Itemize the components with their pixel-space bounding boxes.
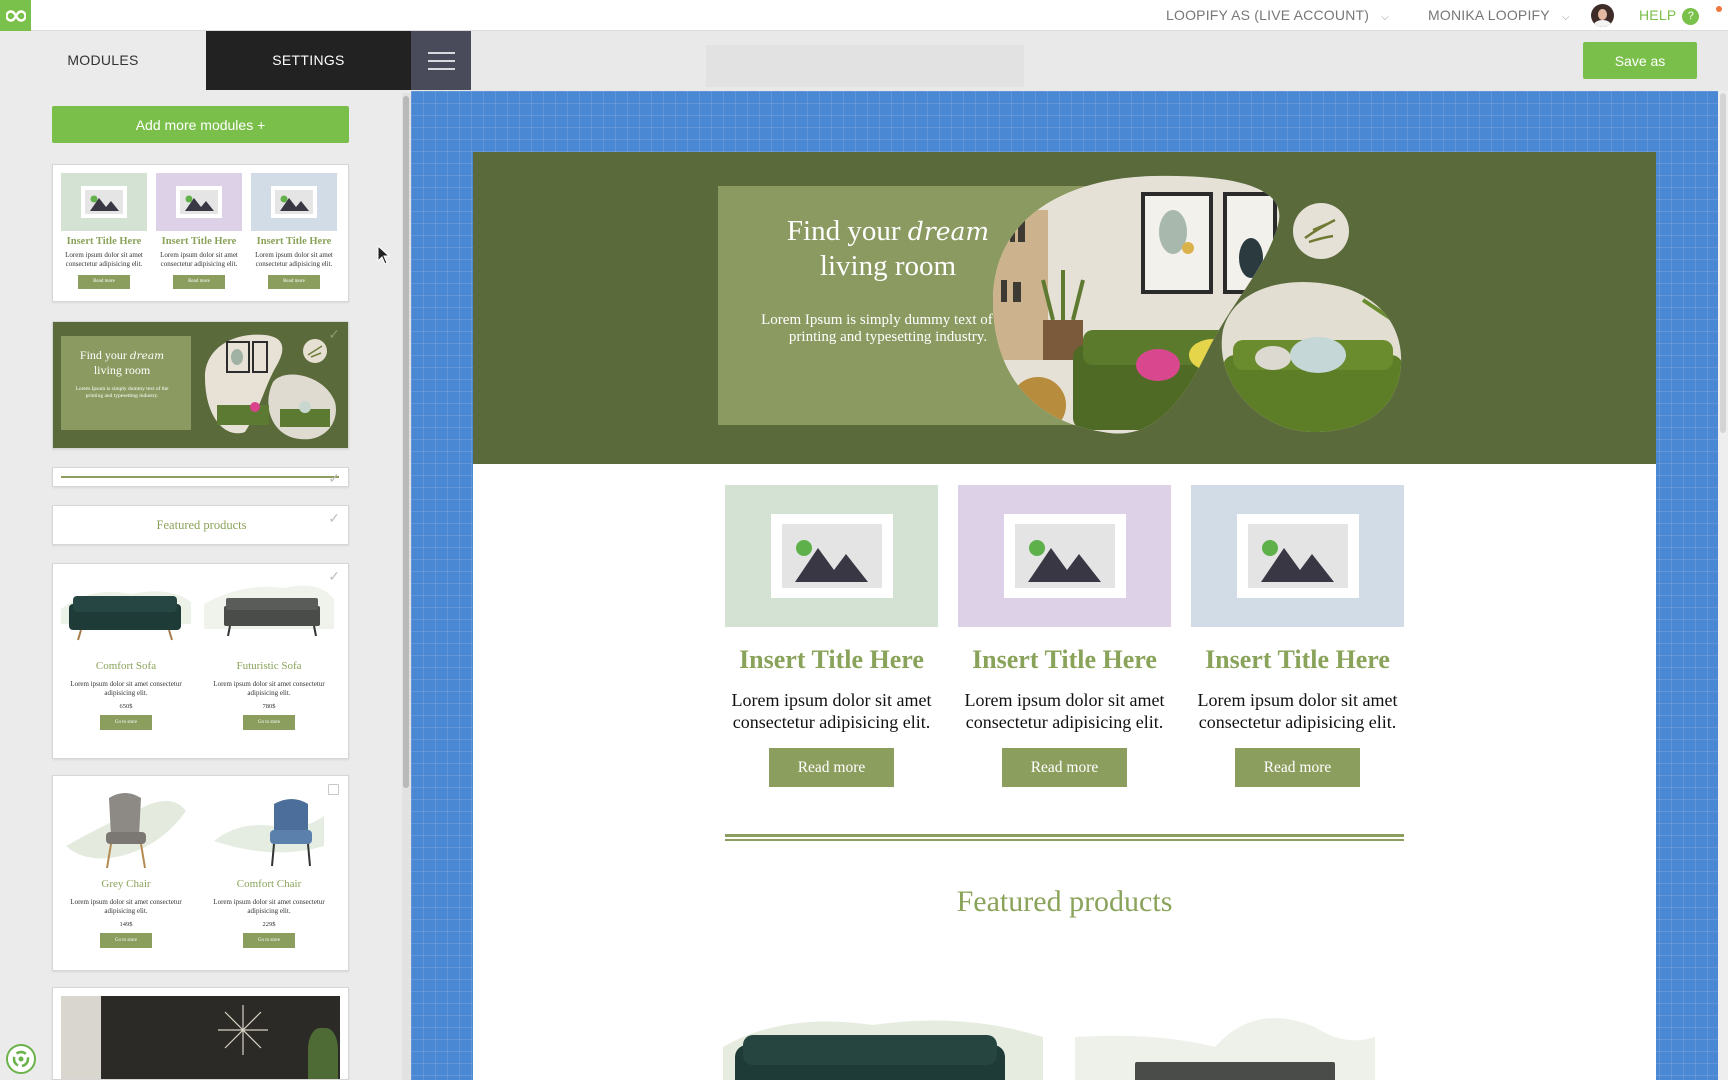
module-featured-title[interactable]: ✓ Featured products (52, 505, 349, 545)
module-room-image[interactable] (52, 987, 349, 1080)
help-label: HELP (1639, 7, 1677, 23)
notification-dot (1716, 6, 1722, 12)
module-products-chairs[interactable]: Grey Chair Lorem ipsum dolor sit amet co… (52, 775, 349, 971)
chevron-down-icon: ⌵ (1381, 12, 1389, 23)
column-title: Insert Title Here (1205, 645, 1390, 674)
modules-panel: MODULES SETTINGS Add more modules + ✓ In… (0, 31, 411, 1080)
mini-column: Insert Title Here Lorem ipsum dolor sit … (156, 173, 242, 289)
email-preview: Find your dream living room Lorem Ipsum i… (473, 152, 1656, 1080)
canvas-toolbar (411, 31, 1728, 91)
image-placeholder-icon (1191, 485, 1404, 627)
account-name: LOOPIFY AS (LIVE ACCOUNT) (1166, 7, 1370, 23)
column-text: Lorem ipsum dolor sit amet consectetur a… (964, 690, 1165, 732)
product-card: Comfort Sofa Lorem ipsum dolor sit amet … (61, 574, 191, 730)
read-more-button[interactable]: Read more (1002, 748, 1127, 787)
hero-section[interactable]: Find your dream living room Lorem Ipsum i… (473, 152, 1656, 464)
living-room-photo (993, 175, 1402, 434)
column-text: Lorem ipsum dolor sit amet consectetur a… (1197, 690, 1398, 732)
sofa-image (204, 585, 334, 637)
content-column[interactable]: Insert Title Here Lorem ipsum dolor sit … (958, 485, 1171, 787)
image-placeholder-icon (156, 173, 242, 231)
image-placeholder-icon (958, 485, 1171, 627)
chair-image (66, 793, 186, 869)
image-placeholder-icon (61, 173, 147, 231)
loopify-logo-icon[interactable] (0, 0, 31, 31)
account-selector[interactable]: LOOPIFY AS (LIVE ACCOUNT) ⌵ (1166, 0, 1389, 31)
user-name: MONIKA LOOPIFY (1428, 7, 1550, 23)
canvas-scrollbar[interactable] (1718, 91, 1728, 1080)
support-chat-icon[interactable] (6, 1044, 36, 1074)
content-column[interactable]: Insert Title Here Lorem ipsum dolor sit … (725, 485, 938, 787)
product-card: Grey Chair Lorem ipsum dolor sit amet co… (61, 786, 191, 948)
featured-products-heading[interactable]: Featured products (473, 885, 1656, 919)
column-title: Insert Title Here (739, 645, 924, 674)
hero-thumb-subtitle: Lorem Ipsum is simply dummy text of the … (75, 386, 169, 399)
help-icon: ? (1682, 8, 1700, 25)
content-column[interactable]: Insert Title Here Lorem ipsum dolor sit … (1191, 485, 1404, 787)
image-placeholder-icon (251, 173, 337, 231)
add-more-modules-button[interactable]: Add more modules + (52, 106, 349, 143)
user-menu[interactable]: MONIKA LOOPIFY ⌵ (1428, 0, 1570, 31)
module-products-sofas[interactable]: ✓ Comfort Sofa Lorem ipsum dolor sit ame… (52, 563, 349, 759)
module-divider[interactable]: ✓ (52, 467, 349, 487)
chevron-down-icon: ⌵ (1561, 12, 1570, 23)
chair-image (214, 799, 324, 867)
top-bar: LOOPIFY AS (LIVE ACCOUNT) ⌵ MONIKA LOOPIF… (0, 0, 1728, 31)
module-three-columns[interactable]: ✓ Insert Title Here Lorem ipsum dolor si… (52, 164, 349, 302)
tab-modules[interactable]: MODULES (0, 31, 206, 90)
mini-column: Insert Title Here Lorem ipsum dolor sit … (61, 173, 147, 289)
divider (725, 839, 1404, 841)
left-scrollbar-thumb[interactable] (403, 96, 409, 788)
read-more-button[interactable]: Read more (769, 748, 894, 787)
module-hero[interactable]: ✓ Find your dream living room Lorem Ipsum… (52, 321, 349, 449)
read-more-button[interactable]: Read more (1235, 748, 1360, 787)
mini-column: Insert Title Here Lorem ipsum dolor sit … (251, 173, 337, 289)
product-card: Comfort Chair Lorem ipsum dolor sit amet… (204, 786, 334, 948)
divider (725, 834, 1404, 837)
avatar[interactable] (1591, 4, 1614, 27)
sofa-image (61, 591, 191, 641)
featured-label: Featured products (156, 518, 247, 532)
sofa-image (1075, 1018, 1375, 1080)
sofa-image (723, 1020, 1043, 1080)
living-room-photo (205, 334, 336, 440)
help-link[interactable]: HELP? (1639, 0, 1700, 31)
mouse-cursor-icon (377, 245, 391, 265)
save-as-button[interactable]: Save as (1583, 42, 1697, 79)
sunburst-decor-icon (218, 1005, 268, 1055)
column-text: Lorem ipsum dolor sit amet consectetur a… (731, 690, 932, 732)
column-title: Insert Title Here (972, 645, 1157, 674)
tab-settings[interactable]: SETTINGS (206, 31, 411, 90)
check-icon: ✓ (328, 470, 340, 486)
product-card: Futuristic Sofa Lorem ipsum dolor sit am… (204, 574, 334, 730)
hamburger-menu-icon[interactable] (411, 31, 471, 90)
toolbar-placeholder (706, 45, 1024, 87)
image-placeholder-icon (725, 485, 938, 627)
